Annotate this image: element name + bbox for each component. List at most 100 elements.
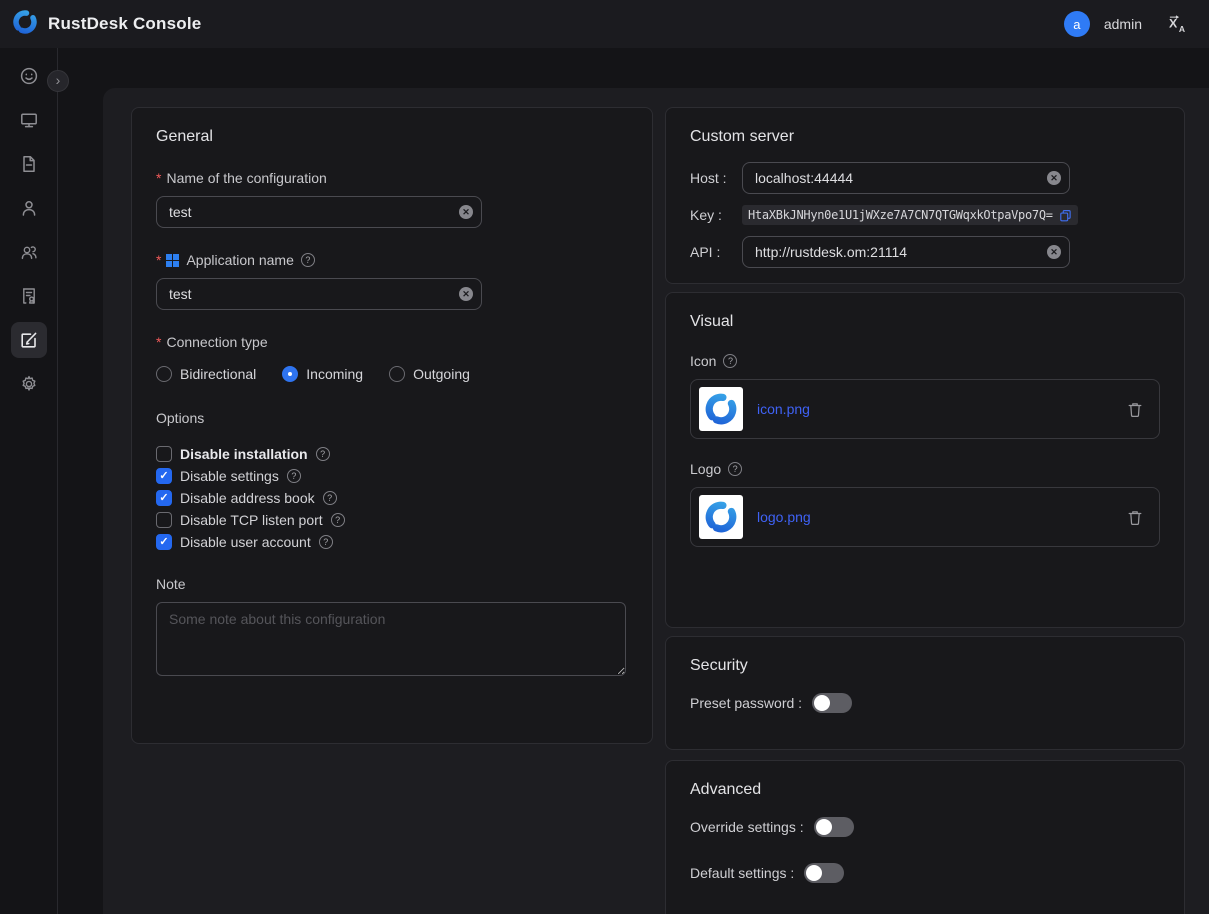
help-icon[interactable]: ? bbox=[728, 462, 742, 476]
app-name-label: * Application name ? bbox=[156, 252, 628, 268]
help-icon[interactable]: ? bbox=[319, 535, 333, 549]
radio-icon[interactable] bbox=[156, 366, 172, 382]
sidebar-item-records[interactable] bbox=[11, 278, 47, 314]
brand[interactable]: RustDesk Console bbox=[12, 9, 201, 40]
edit-icon bbox=[19, 330, 39, 350]
connection-type-label: * Connection type bbox=[156, 334, 628, 350]
top-bar: RustDesk Console a admin X A bbox=[0, 0, 1209, 48]
trash-icon[interactable] bbox=[1127, 401, 1143, 418]
logo-file-link[interactable]: logo.png bbox=[757, 509, 1113, 525]
radio-icon[interactable] bbox=[282, 366, 298, 382]
security-card: Security Preset password : bbox=[665, 636, 1185, 750]
radio-outgoing[interactable]: Outgoing bbox=[389, 366, 470, 382]
required-asterisk: * bbox=[156, 334, 161, 350]
key-row: Key : HtaXBkJNHyn0e1U1jWXze7A7CN7QTGWqxk… bbox=[690, 204, 1160, 226]
option-disable-address-book[interactable]: Disable address book ? bbox=[156, 490, 628, 506]
required-asterisk: * bbox=[156, 170, 161, 186]
server-key-value: HtaXBkJNHyn0e1U1jWXze7A7CN7QTGWqxkOtpaVp… bbox=[748, 208, 1053, 222]
trash-icon[interactable] bbox=[1127, 509, 1143, 526]
general-title: General bbox=[156, 128, 628, 146]
gear-icon bbox=[19, 374, 39, 394]
icon-label: Icon ? bbox=[690, 353, 1160, 369]
clear-icon[interactable]: ✕ bbox=[459, 287, 473, 301]
checkbox-icon[interactable] bbox=[156, 490, 172, 506]
option-disable-settings[interactable]: Disable settings ? bbox=[156, 468, 628, 484]
sidebar-item-devices[interactable] bbox=[11, 102, 47, 138]
radio-incoming[interactable]: Incoming bbox=[282, 366, 363, 382]
radio-icon[interactable] bbox=[389, 366, 405, 382]
host-row: Host : ✕ bbox=[690, 162, 1160, 194]
options-group: Disable installation ? Disable settings … bbox=[156, 446, 628, 550]
clear-icon[interactable]: ✕ bbox=[459, 205, 473, 219]
option-disable-installation[interactable]: Disable installation ? bbox=[156, 446, 628, 462]
application-name-input[interactable] bbox=[156, 278, 482, 310]
translate-icon[interactable]: X A bbox=[1168, 15, 1187, 34]
help-icon[interactable]: ? bbox=[723, 354, 737, 368]
option-disable-user-account[interactable]: Disable user account ? bbox=[156, 534, 628, 550]
api-input[interactable] bbox=[742, 236, 1070, 268]
monitor-icon bbox=[19, 110, 39, 130]
general-card: General * Name of the configuration ✕ * … bbox=[131, 107, 653, 744]
custom-server-card: Custom server Host : ✕ Key : HtaXBkJNHyn… bbox=[665, 107, 1185, 284]
note-textarea[interactable] bbox=[156, 602, 626, 676]
help-icon[interactable]: ? bbox=[301, 253, 315, 267]
visual-title: Visual bbox=[690, 313, 1160, 331]
default-settings-row: Default settings : bbox=[690, 863, 1160, 883]
clear-icon[interactable]: ✕ bbox=[1047, 171, 1061, 185]
configuration-name-input[interactable] bbox=[156, 196, 482, 228]
api-row: API : ✕ bbox=[690, 236, 1160, 268]
security-title: Security bbox=[690, 657, 1160, 675]
main-panel: General * Name of the configuration ✕ * … bbox=[103, 88, 1209, 914]
server-key-chip: HtaXBkJNHyn0e1U1jWXze7A7CN7QTGWqxkOtpaVp… bbox=[742, 205, 1078, 225]
advanced-card: Advanced Override settings : Default set… bbox=[665, 760, 1185, 914]
logo-thumbnail bbox=[699, 495, 743, 539]
help-icon[interactable]: ? bbox=[316, 447, 330, 461]
note-label: Note bbox=[156, 576, 628, 592]
certificate-icon bbox=[19, 286, 39, 306]
checkbox-icon[interactable] bbox=[156, 534, 172, 550]
preset-password-row: Preset password : bbox=[690, 693, 1160, 713]
checkbox-icon[interactable] bbox=[156, 468, 172, 484]
options-label: Options bbox=[156, 410, 628, 426]
help-icon[interactable]: ? bbox=[331, 513, 345, 527]
checkbox-icon[interactable] bbox=[156, 512, 172, 528]
icon-thumbnail bbox=[699, 387, 743, 431]
chevron-right-icon: › bbox=[56, 73, 61, 87]
document-icon bbox=[19, 154, 39, 174]
advanced-title: Advanced bbox=[690, 781, 1160, 799]
option-disable-tcp-listen-port[interactable]: Disable TCP listen port ? bbox=[156, 512, 628, 528]
override-settings-label: Override settings : bbox=[690, 819, 804, 835]
clear-icon[interactable]: ✕ bbox=[1047, 245, 1061, 259]
sidebar-item-audit[interactable] bbox=[11, 146, 47, 182]
users-icon bbox=[19, 242, 39, 262]
copy-icon[interactable] bbox=[1059, 209, 1072, 222]
required-asterisk: * bbox=[156, 252, 161, 268]
sidebar-item-dashboard[interactable] bbox=[11, 58, 47, 94]
help-icon[interactable]: ? bbox=[323, 491, 337, 505]
avatar[interactable]: a bbox=[1064, 11, 1090, 37]
sidebar bbox=[0, 48, 58, 914]
visual-card: Visual Icon ? icon.png bbox=[665, 292, 1185, 628]
sidebar-item-custom-clients[interactable] bbox=[11, 322, 47, 358]
sidebar-item-settings[interactable] bbox=[11, 366, 47, 402]
connection-type-group: Bidirectional Incoming Outgoing bbox=[156, 366, 628, 382]
help-icon[interactable]: ? bbox=[287, 469, 301, 483]
right-column: Custom server Host : ✕ Key : HtaXBkJNHyn… bbox=[665, 107, 1185, 914]
preset-password-toggle[interactable] bbox=[812, 693, 852, 713]
rustdesk-logo-icon bbox=[12, 9, 38, 40]
key-label: Key : bbox=[690, 207, 742, 223]
checkbox-icon[interactable] bbox=[156, 446, 172, 462]
override-settings-toggle[interactable] bbox=[814, 817, 854, 837]
radio-bidirectional[interactable]: Bidirectional bbox=[156, 366, 256, 382]
username[interactable]: admin bbox=[1104, 16, 1142, 32]
host-input[interactable] bbox=[742, 162, 1070, 194]
default-settings-toggle[interactable] bbox=[804, 863, 844, 883]
svg-text:A: A bbox=[1179, 24, 1185, 34]
user-icon bbox=[19, 198, 39, 218]
smiley-icon bbox=[19, 66, 39, 86]
sidebar-item-groups[interactable] bbox=[11, 234, 47, 270]
sidebar-expand-button[interactable]: › bbox=[47, 70, 69, 92]
icon-file-link[interactable]: icon.png bbox=[757, 401, 1113, 417]
sidebar-item-users[interactable] bbox=[11, 190, 47, 226]
windows-icon bbox=[166, 254, 179, 267]
